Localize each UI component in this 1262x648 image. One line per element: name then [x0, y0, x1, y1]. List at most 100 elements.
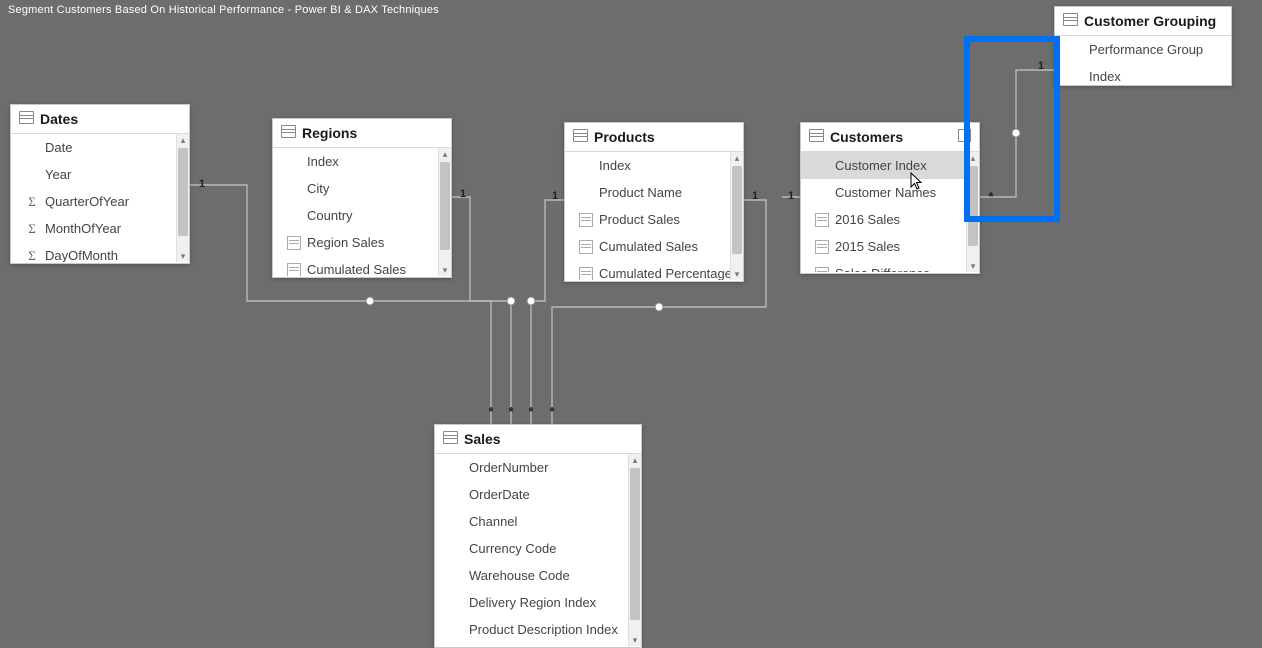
scroll-thumb[interactable]: [732, 166, 742, 254]
scroll-thumb[interactable]: [178, 148, 188, 236]
sigma-icon: Σ: [25, 195, 39, 208]
cardinality-regions: 1: [456, 188, 470, 200]
field-list: Date Year Σ QuarterOfYear ΣMonthOfYear Σ DayOf…: [11, 134, 189, 262]
table-header[interactable]: Customer Grouping: [1055, 7, 1231, 36]
field-row[interactable]: City: [273, 175, 451, 202]
measure-icon: [815, 240, 829, 254]
field-row[interactable]: Index: [565, 152, 743, 179]
field-row[interactable]: Country: [273, 202, 451, 229]
field-label: Warehouse Code: [469, 568, 570, 583]
field-row[interactable]: Warehouse Code: [435, 562, 641, 589]
table-header[interactable]: Customers: [801, 123, 979, 152]
scroll-up-icon[interactable]: ▴: [629, 454, 641, 466]
sigma-icon: Σ: [25, 249, 39, 262]
field-row[interactable]: Channel: [435, 508, 641, 535]
field-row[interactable]: Product Description Index: [435, 616, 641, 643]
measure-icon: [287, 263, 301, 277]
table-title: Regions: [302, 125, 357, 141]
field-row[interactable]: Cumulated Sales: [273, 256, 451, 276]
table-regions[interactable]: Regions Index CityCountry Region Sales Cumul…: [272, 118, 452, 278]
field-row[interactable]: Currency Code: [435, 535, 641, 562]
measure-icon: [579, 213, 593, 227]
field-row[interactable]: Index: [273, 148, 451, 175]
field-label: Year: [45, 167, 71, 182]
field-row[interactable]: Product Sales: [565, 206, 743, 233]
table-products[interactable]: Products Index Product Name Product Sales Cu…: [564, 122, 744, 282]
field-label: Cumulated Sales: [599, 239, 698, 254]
scroll-up-icon[interactable]: ▴: [439, 148, 451, 160]
field-label: Index: [1089, 69, 1121, 84]
scroll-thumb[interactable]: [630, 468, 640, 620]
scroll-thumb[interactable]: [440, 162, 450, 250]
field-row[interactable]: Customer Names: [801, 179, 979, 206]
scroll-down-icon[interactable]: ▾: [177, 250, 189, 262]
scrollbar[interactable]: ▴▾: [730, 152, 743, 280]
table-header[interactable]: Products: [565, 123, 743, 152]
field-label: Channel: [469, 514, 517, 529]
field-label: 2015 Sales: [835, 239, 900, 254]
cardinality-dates: 1: [195, 178, 209, 190]
field-row[interactable]: Σ DayOfMonth: [11, 242, 189, 262]
field-row[interactable]: Sales Difference: [801, 260, 979, 272]
field-row[interactable]: ΣMonthOfYear: [11, 215, 189, 242]
scroll-down-icon[interactable]: ▾: [629, 634, 641, 646]
scroll-down-icon[interactable]: ▾: [439, 264, 451, 276]
scroll-thumb[interactable]: [968, 166, 978, 246]
field-row[interactable]: Product Name: [565, 179, 743, 206]
field-label: DayOfMonth: [45, 248, 118, 262]
field-row[interactable]: Index: [1055, 63, 1231, 84]
field-list: Index CityCountry Region Sales Cumulated Sa…: [273, 148, 451, 276]
table-icon: [809, 129, 824, 145]
table-header[interactable]: Dates: [11, 105, 189, 134]
field-row[interactable]: Delivery Region Index: [435, 589, 641, 616]
field-label: Date: [45, 140, 72, 155]
cardinality-sales-c: *: [524, 404, 538, 419]
scroll-down-icon[interactable]: ▾: [731, 268, 743, 280]
field-label: QuarterOfYear: [45, 194, 129, 209]
table-title: Customer Grouping: [1084, 13, 1216, 29]
related-view-icon[interactable]: [958, 129, 971, 145]
scrollbar[interactable]: ▴▾: [628, 454, 641, 646]
table-title: Products: [594, 129, 655, 145]
table-icon: [573, 129, 588, 145]
field-row[interactable]: 2015 Sales: [801, 233, 979, 260]
field-label: Delivery Region Index: [469, 595, 596, 610]
table-dates[interactable]: DatesDateYearΣQuarterOfYearΣMonthOfYearΣ…: [10, 104, 190, 264]
field-row[interactable]: Date: [11, 134, 189, 161]
field-row[interactable]: OrderDate: [435, 481, 641, 508]
table-customer-grouping[interactable]: Customer Grouping Performance Group Index: [1054, 6, 1232, 86]
measure-icon: [579, 267, 593, 281]
cardinality-sales-b: *: [504, 404, 518, 419]
scroll-up-icon[interactable]: ▴: [177, 134, 189, 146]
field-label: Index: [307, 154, 339, 169]
field-label: Sales Difference: [835, 266, 930, 272]
scrollbar[interactable]: ▴▾: [438, 148, 451, 276]
cardinality-customers-left: 1: [784, 190, 798, 202]
scrollbar[interactable]: ▴▾: [176, 134, 189, 262]
field-label: Index: [599, 158, 631, 173]
field-label: Region Sales: [307, 235, 384, 250]
field-row[interactable]: Performance Group: [1055, 36, 1231, 63]
field-row[interactable]: Customer Index: [801, 152, 979, 179]
field-row[interactable]: Cumulated Sales: [565, 233, 743, 260]
table-sales[interactable]: SalesOrderNumberOrderDate Channel Currency…: [434, 424, 642, 648]
field-row[interactable]: 2016 Sales: [801, 206, 979, 233]
field-row[interactable]: OrderNumber: [435, 454, 641, 481]
table-header[interactable]: Regions: [273, 119, 451, 148]
model-canvas[interactable]: Segment Customers Based On Historical Pe…: [0, 0, 1262, 646]
field-row[interactable]: Cumulated Percentage: [565, 260, 743, 280]
scroll-up-icon[interactable]: ▴: [967, 152, 979, 164]
table-icon: [281, 125, 296, 141]
field-label: Product Name: [599, 185, 682, 200]
field-row[interactable]: Year: [11, 161, 189, 188]
table-header[interactable]: Sales: [435, 425, 641, 454]
field-row[interactable]: Region Sales: [273, 229, 451, 256]
scroll-down-icon[interactable]: ▾: [967, 260, 979, 272]
scrollbar[interactable]: ▴▾: [966, 152, 979, 272]
table-icon: [443, 431, 458, 447]
field-list: Customer IndexCustomer Names2016 Sales 20…: [801, 152, 979, 272]
scroll-up-icon[interactable]: ▴: [731, 152, 743, 164]
table-customers[interactable]: CustomersCustomer IndexCustomer Names201…: [800, 122, 980, 274]
field-row[interactable]: Σ QuarterOfYear: [11, 188, 189, 215]
cardinality-sales-d: *: [545, 404, 559, 419]
